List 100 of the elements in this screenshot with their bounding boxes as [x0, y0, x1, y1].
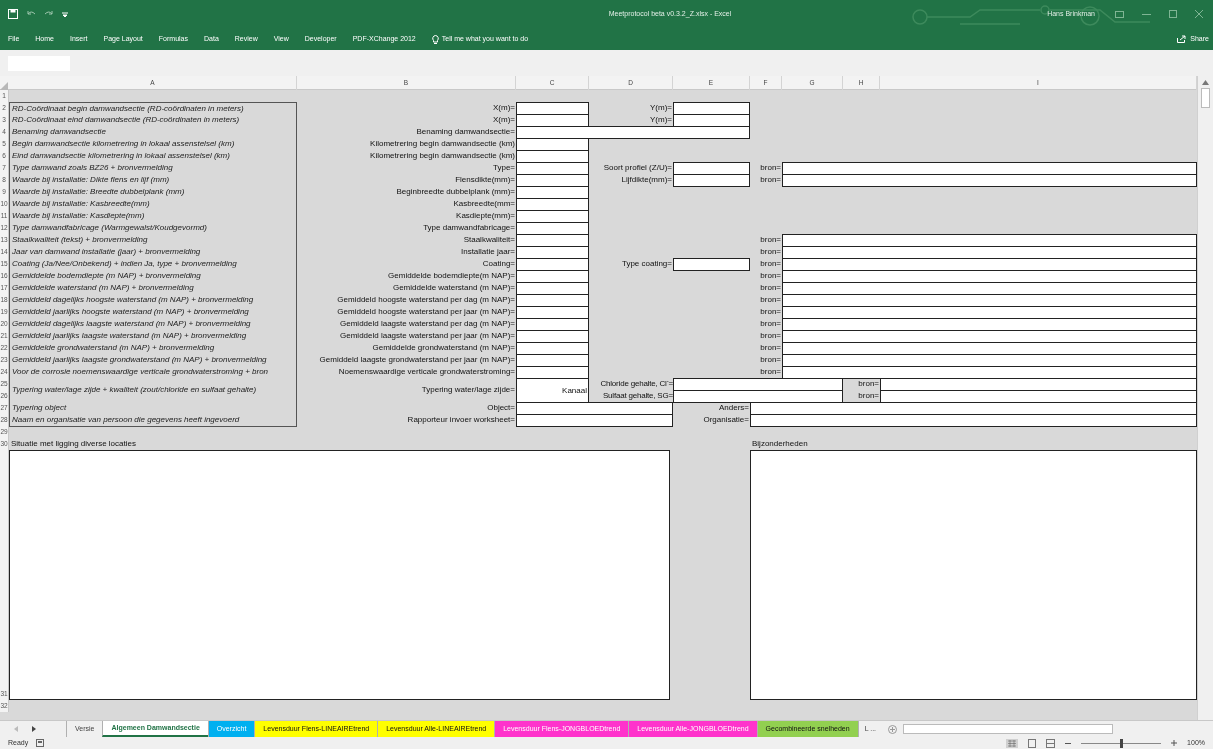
description-text: Waarde bij installatie: Breedte dubbelplank (mm) [9, 186, 297, 199]
field-label: Gemiddelde waterstand (m NAP)= [391, 282, 516, 294]
undo-icon[interactable] [26, 10, 36, 18]
description-text: Gemiddeld dagelijks laagste waterstand (m NAP) + bronvermelding [9, 318, 297, 331]
description-text: Staalkwaliteit (tekst) + bronvermelding [9, 234, 297, 247]
description-text: RD-Coördinaat eind damwandsectie (RD-coördinaten in meters) [9, 114, 297, 127]
share-icon [1177, 35, 1187, 43]
field-label: Beginbreedte dubbelplank (mm)= [395, 186, 516, 198]
field-label: X(m)= [492, 114, 516, 126]
redo-icon[interactable] [44, 10, 54, 18]
input-field[interactable] [673, 258, 750, 271]
description-text: RD-Coördinaat begin damwandsectie (RD-coördinaten in meters) [9, 102, 297, 115]
section-title: Bijzonderheden [751, 438, 809, 450]
field-label: Sulfaat gehalte, SG= [601, 390, 673, 402]
field-label: Gemiddelde bodemdiepte(m NAP)= [387, 270, 516, 282]
field-label: bron= [759, 306, 782, 318]
horizontal-scrollbar[interactable] [903, 724, 1114, 734]
save-icon[interactable] [8, 9, 18, 19]
field-label: Organisatie= [702, 414, 750, 426]
field-label: bron= [759, 234, 782, 246]
description-text: Gemiddelde waterstand (m NAP) + bronvermelding [9, 282, 297, 295]
zoom-in-icon[interactable] [1171, 740, 1178, 746]
description-text: Waarde bij installatie: Kasdiepte(mm) [9, 210, 297, 223]
description-text: Jaar van damwand installatie (jaar) + bronvermelding [9, 246, 297, 259]
description-text: Benaming damwandsectie [9, 126, 297, 139]
field-label: Y(m)= [649, 102, 673, 114]
field-label: Anders= [717, 402, 750, 414]
field-label: Chloride gehalte, Cl$^{-}$= [599, 378, 673, 390]
input-field[interactable] [516, 414, 673, 427]
description-text: Gemiddeld dagelijks hoogste waterstand (m NAP) + bronvermelding [9, 294, 297, 307]
description-text: Gemiddeld jaarlijks laagste waterstand (m NAP) + bronvermelding [9, 330, 297, 343]
field-label: Flensdikte(mm)= [454, 174, 516, 186]
input-field[interactable] [750, 414, 1197, 427]
field-label: Coating= [481, 258, 516, 270]
field-label: Installatie jaar= [459, 246, 516, 258]
field-label: Gemiddeld laagste waterstand per jaar (m NAP)= [339, 330, 516, 342]
next-sheet-icon[interactable] [32, 726, 36, 732]
field-label: Gemiddeld hoogste waterstand per jaar (m NAP)= [336, 306, 516, 318]
field-label: Soort profiel (Z/U)= [602, 162, 673, 174]
field-label: Rapporteur invoer worksheet= [406, 414, 516, 426]
close-icon[interactable] [1195, 10, 1203, 18]
scroll-up-icon[interactable] [1202, 80, 1209, 85]
page-layout-icon[interactable] [1028, 738, 1037, 748]
description-text: Typering object [9, 402, 297, 415]
description-text: Typering water/lage zijde + kwaliteit (zout/chloride en sulfaat gehalte) [9, 378, 297, 402]
input-field[interactable] [782, 174, 1197, 187]
field-label: Benaming damwandsectie= [415, 126, 516, 138]
description-text: Voor de corrosie noemenswaardige verticale grondwaterstroming + bron [9, 366, 297, 379]
field-label: Staalkwaliteit= [462, 234, 516, 246]
lightbulb-icon [431, 34, 439, 44]
field-label: bron= [759, 330, 782, 342]
page-break-icon[interactable] [1046, 738, 1056, 748]
description-text: Waarde bij installatie: Dikte flens en lijf (mm) [9, 174, 297, 187]
field-label: Kasbreedte(mm= [452, 198, 516, 210]
field-label: Gemiddeld laagste grondwaterstand per jaar (m NAP)= [318, 354, 516, 366]
customize-icon[interactable] [62, 11, 68, 17]
field-label: bron= [759, 294, 782, 306]
field-label: bron= [759, 342, 782, 354]
field-label: Kasdiepte(mm)= [455, 210, 516, 222]
value-cell[interactable]: Kanaal [516, 378, 589, 403]
field-label: bron= [759, 270, 782, 282]
field-label: Kilometrering begin damwandsectie (km) [369, 138, 516, 150]
description-text: Gemiddelde bodemdiepte (m NAP) + bronvermelding [9, 270, 297, 283]
macro-record-icon[interactable] [36, 739, 45, 747]
normal-view-icon[interactable] [1006, 738, 1019, 748]
description-text: Gemiddeld jaarlijks laagste grondwaterstand (m NAP) + bronvermelding [9, 354, 297, 367]
field-label: bron= [759, 246, 782, 258]
section-title: Situatie met ligging diverse locaties [10, 438, 137, 450]
field-label: bron= [759, 282, 782, 294]
field-label: Type= [492, 162, 516, 174]
input-field[interactable] [516, 126, 750, 139]
scrollbar-thumb[interactable] [1201, 88, 1210, 108]
field-label: Kilometrering begin damwandsectie (km) [369, 150, 516, 162]
input-field[interactable] [673, 390, 843, 403]
ribbon-options-icon[interactable] [1115, 10, 1124, 18]
description-text: Type damwandfabricage (Warmgewalst/Koudgevormd) [9, 222, 297, 235]
maximize-icon[interactable] [1169, 10, 1177, 18]
input-field[interactable] [673, 174, 750, 187]
field-label: Y(m)= [649, 114, 673, 126]
field-label: bron= [759, 162, 782, 174]
field-label: Lijfdikte(mm)= [620, 174, 673, 186]
field-label: bron= [759, 366, 782, 378]
field-label: bron= [857, 378, 880, 390]
field-label: Gemiddelde grondwaterstand (m NAP)= [371, 342, 516, 354]
field-label: Gemiddeld hoogste waterstand per dag (m NAP)= [336, 294, 516, 306]
description-text: Eind damwandsectie kilometrering in lokaal assenstelsel (km) [9, 150, 297, 163]
description-text: Coating (Ja/Nee/Onbekend) + indien Ja, type + bronvermelding [9, 258, 297, 271]
description-text: Gemiddeld jaarlijks hoogste waterstand (m NAP) + bronvermelding [9, 306, 297, 319]
description-text: Gemiddelde grondwaterstand (m NAP) + bronvermelding [9, 342, 297, 355]
field-label: Gemiddeld laagste waterstand per dag (m NAP)= [339, 318, 516, 330]
field-label: bron= [857, 390, 880, 402]
field-label: Object= [486, 402, 516, 414]
field-label: bron= [759, 258, 782, 270]
field-label: Type coating= [620, 258, 673, 270]
description-text: Naam en organisatie van persoon die gegevens heeft ingevoerd [9, 414, 297, 427]
field-label: Type damwandfabricage= [422, 222, 516, 234]
description-text: Type damwand zoals BZ26 + bronvermelding [9, 162, 297, 175]
minimize-icon[interactable] [1142, 13, 1151, 15]
field-label: bron= [759, 354, 782, 366]
zoom-thumb[interactable] [1119, 738, 1123, 748]
